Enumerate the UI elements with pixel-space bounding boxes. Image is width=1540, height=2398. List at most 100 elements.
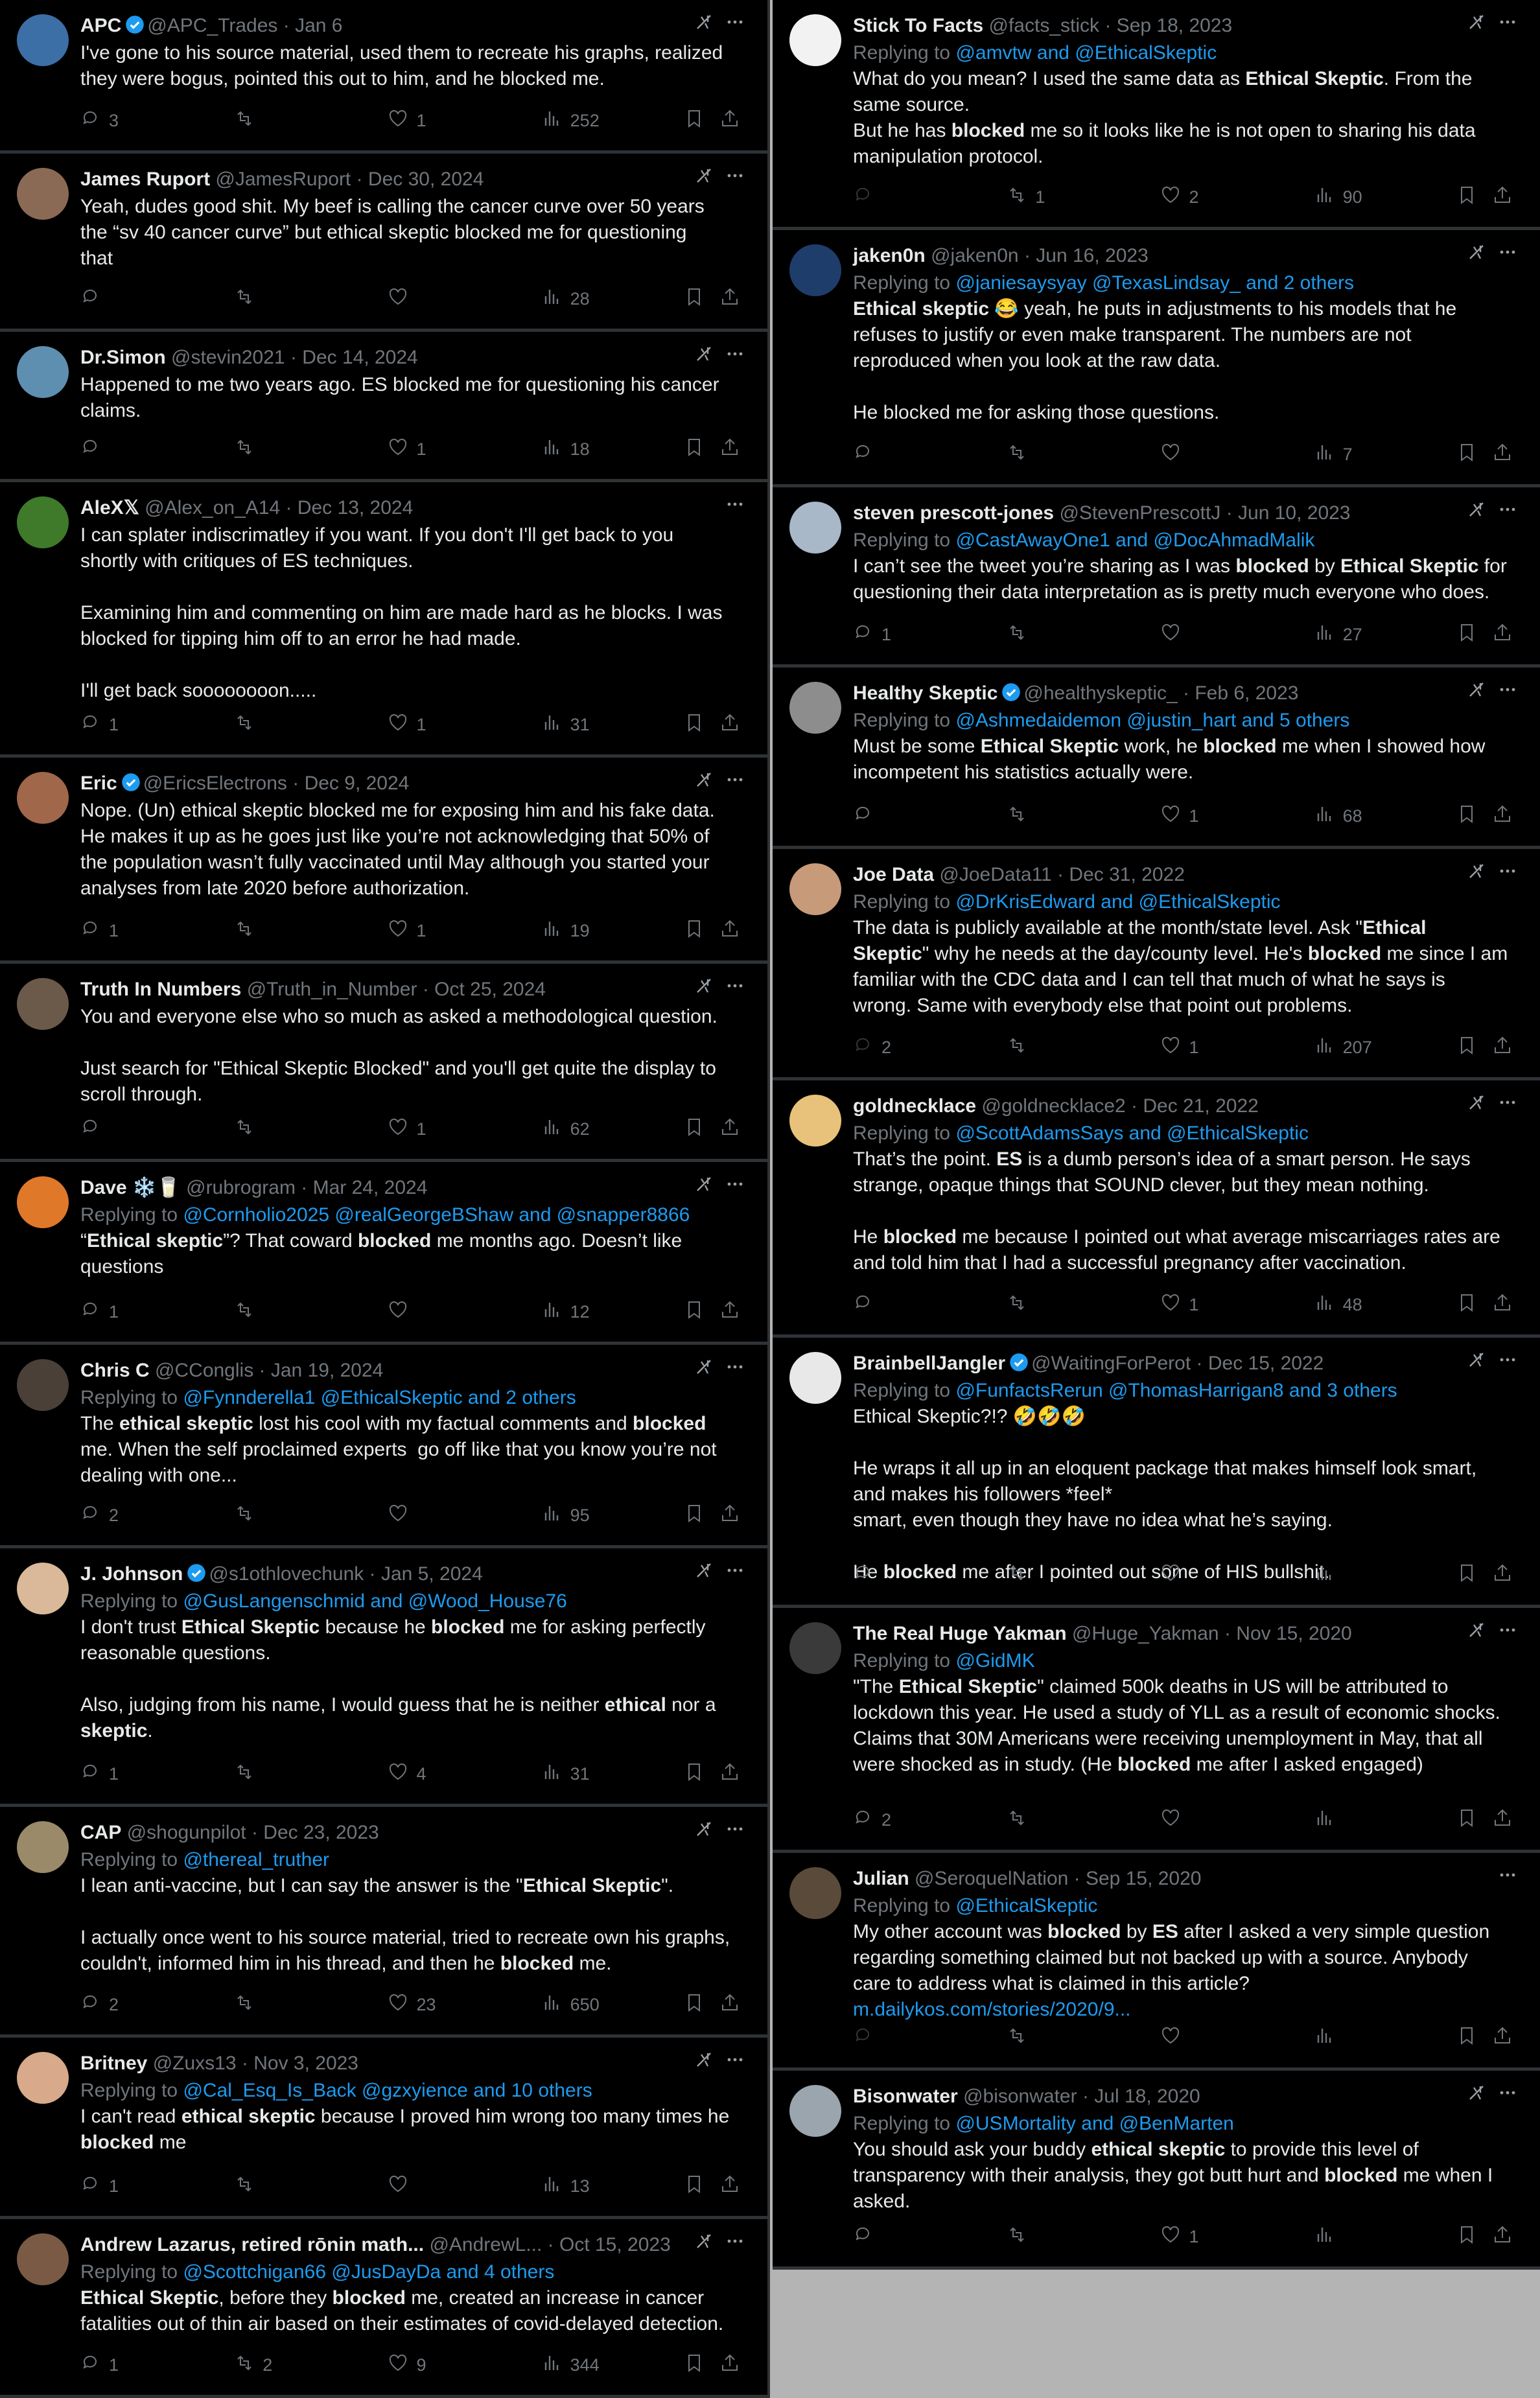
reply-button[interactable]: [80, 437, 234, 462]
reply-mention-link[interactable]: @Wood_House76: [408, 1590, 567, 1612]
reply-mention-link[interactable]: @gzxyience: [362, 2080, 468, 2101]
bookmark-button[interactable]: [684, 1503, 719, 1528]
display-name[interactable]: APC: [80, 15, 121, 36]
display-name[interactable]: Dave ❄️🥛: [80, 1177, 181, 1198]
like-button[interactable]: [1160, 1808, 1314, 1833]
bookmark-button[interactable]: [1456, 2025, 1492, 2051]
retweet-button[interactable]: [234, 1299, 388, 1325]
user-handle[interactable]: @Huge_Yakman: [1072, 1623, 1219, 1644]
display-name[interactable]: Britney: [80, 2053, 147, 2074]
user-handle[interactable]: @jaken0n: [931, 245, 1019, 266]
like-button[interactable]: 1: [388, 108, 541, 134]
like-button[interactable]: 1: [1160, 1035, 1314, 1060]
like-button[interactable]: 4: [388, 1762, 541, 1787]
display-name[interactable]: CAP: [80, 1822, 121, 1843]
reply-mention-link[interactable]: @BenMarten: [1119, 2113, 1234, 2134]
tweet-date[interactable]: · Jun 16, 2023: [1024, 245, 1149, 266]
grok-icon[interactable]: [694, 343, 714, 373]
more-icon[interactable]: [725, 494, 745, 523]
bookmark-button[interactable]: [1456, 2224, 1492, 2250]
user-handle[interactable]: @rubrogram: [186, 1177, 296, 1198]
user-handle[interactable]: @EricsElectrons: [143, 773, 287, 794]
tweet-card[interactable]: Truth In Numbers @Truth_in_Number · Oct …: [0, 964, 767, 1162]
more-icon[interactable]: [725, 1356, 745, 1386]
reply-mention-link[interactable]: and 10 others: [468, 2080, 592, 2101]
user-handle[interactable]: @goldnecklace2: [981, 1095, 1125, 1117]
more-icon[interactable]: [725, 1560, 745, 1589]
views-button[interactable]: 31: [542, 1762, 684, 1787]
more-icon[interactable]: [725, 165, 745, 194]
avatar[interactable]: [17, 772, 69, 824]
retweet-button[interactable]: [1007, 2025, 1160, 2051]
like-button[interactable]: 1: [388, 918, 541, 944]
display-name[interactable]: The Real Huge Yakman: [853, 1623, 1067, 1644]
tweet-date[interactable]: · Oct 25, 2024: [423, 979, 546, 1000]
display-name[interactable]: Bisonwater: [853, 2086, 958, 2107]
retweet-button[interactable]: [1007, 622, 1160, 647]
retweet-button[interactable]: 2: [234, 2353, 388, 2378]
avatar[interactable]: [789, 2085, 841, 2137]
avatar[interactable]: [17, 1563, 69, 1614]
more-icon[interactable]: [725, 2231, 745, 2260]
reply-mention-link[interactable]: @EthicalSkeptic: [321, 1387, 463, 1408]
like-button[interactable]: [388, 1503, 541, 1528]
views-button[interactable]: 27: [1314, 622, 1456, 647]
share-button[interactable]: [719, 712, 745, 738]
more-icon[interactable]: [1497, 1865, 1518, 1894]
reply-mention-link[interactable]: @EthicalSkeptic: [1139, 891, 1281, 913]
like-button[interactable]: [388, 2174, 541, 2199]
bookmark-button[interactable]: [684, 108, 719, 134]
user-handle[interactable]: @bisonwater: [963, 2086, 1077, 2107]
more-icon[interactable]: [1497, 679, 1518, 708]
display-name[interactable]: BrainbellJangler: [853, 1353, 1005, 1374]
tweet-card[interactable]: steven prescott-jones @StevenPrescottJ ·…: [773, 487, 1540, 668]
reply-button[interactable]: 2: [853, 1035, 1007, 1060]
display-name[interactable]: Andrew Lazarus, retired rōnin math...: [80, 2234, 424, 2255]
views-button[interactable]: [1314, 2224, 1456, 2250]
share-button[interactable]: [719, 1503, 745, 1528]
retweet-button[interactable]: [234, 437, 388, 462]
like-button[interactable]: [1160, 2025, 1314, 2051]
bookmark-button[interactable]: [1456, 185, 1492, 210]
tweet-date[interactable]: · Jan 6: [283, 15, 343, 36]
avatar[interactable]: [17, 496, 69, 548]
reply-mention-link[interactable]: and: [1076, 2113, 1119, 2134]
share-button[interactable]: [1492, 2224, 1518, 2250]
reply-mention-link[interactable]: and 2 others: [463, 1387, 576, 1408]
avatar[interactable]: [17, 14, 69, 66]
reply-button[interactable]: [80, 286, 234, 312]
tweet-card[interactable]: James Ruport @JamesRuport · Dec 30, 2024…: [0, 154, 767, 332]
tweet-card[interactable]: Julian @SeroquelNation · Sep 15, 2020 Rep…: [773, 1853, 1540, 2071]
reply-mention-link[interactable]: @FunfactsRerun: [955, 1380, 1102, 1401]
grok-icon[interactable]: [694, 12, 714, 41]
reply-button[interactable]: 1: [80, 2174, 234, 2199]
grok-icon[interactable]: [694, 975, 714, 1005]
avatar[interactable]: [17, 978, 69, 1030]
more-icon[interactable]: [1497, 861, 1518, 890]
reply-button[interactable]: 1: [853, 622, 1007, 647]
retweet-button[interactable]: [234, 712, 388, 738]
user-handle[interactable]: @WaitingForPerot: [1031, 1353, 1191, 1374]
like-button[interactable]: 9: [388, 2353, 541, 2378]
retweet-button[interactable]: [1007, 1808, 1160, 1833]
views-button[interactable]: 95: [542, 1503, 684, 1528]
tweet-date[interactable]: · Nov 15, 2020: [1224, 1623, 1352, 1644]
retweet-button[interactable]: [234, 1117, 388, 1142]
user-handle[interactable]: @APC_Trades: [147, 15, 277, 36]
like-button[interactable]: [1160, 622, 1314, 647]
reply-button[interactable]: 1: [80, 1299, 234, 1325]
tweet-card[interactable]: BrainbellJangler @WaitingForPerot · Dec 1…: [773, 1338, 1540, 1608]
tweet-date[interactable]: · Dec 30, 2024: [356, 169, 484, 190]
like-button[interactable]: 1: [1160, 1292, 1314, 1318]
avatar[interactable]: [789, 1095, 841, 1147]
like-button[interactable]: 1: [388, 437, 541, 462]
display-name[interactable]: Dr.Simon: [80, 347, 166, 368]
reply-mention-link[interactable]: @amvtw: [955, 42, 1031, 64]
share-button[interactable]: [719, 918, 745, 944]
more-icon[interactable]: [725, 1174, 745, 1203]
reply-mention-link[interactable]: @justin_hart: [1126, 710, 1236, 731]
reply-mention-link[interactable]: and: [1032, 42, 1075, 64]
reply-button[interactable]: [853, 2224, 1007, 2250]
share-button[interactable]: [1492, 442, 1518, 467]
user-handle[interactable]: @CConglis: [155, 1360, 253, 1381]
